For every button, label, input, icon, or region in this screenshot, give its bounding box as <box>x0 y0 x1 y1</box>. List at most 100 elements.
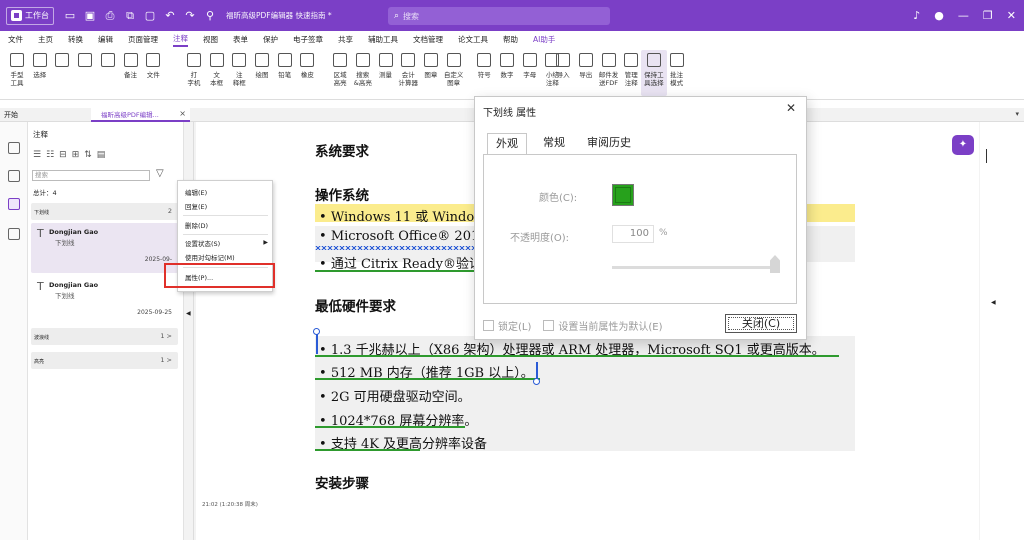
menu-item-3[interactable]: 编辑 <box>98 34 113 45</box>
lock-label: 锁定(L) <box>498 322 532 333</box>
pages-icon[interactable] <box>8 170 20 182</box>
search-placeholder: 搜索 <box>403 11 420 21</box>
menu-item-10[interactable]: 共享 <box>338 34 353 45</box>
tab-review-history[interactable]: 审阅历史 <box>579 133 639 155</box>
tab-start[interactable]: 开始 <box>4 110 18 120</box>
ribbon-tool-icon <box>232 53 247 67</box>
group-underline[interactable]: 下划线 2 <box>31 203 178 220</box>
minimize-icon[interactable]: — <box>958 9 969 22</box>
menu-item-6[interactable]: 视图 <box>203 34 218 45</box>
close-window-icon[interactable]: ✕ <box>1007 9 1016 22</box>
ribbon-button-label: 保持工 具选择 <box>644 71 664 87</box>
ribbon-tool-icon <box>446 53 461 67</box>
sort-icon[interactable]: ⇅ <box>84 150 92 160</box>
export-icon[interactable]: ⊞ <box>72 150 80 160</box>
ribbon-tool-icon <box>578 53 593 67</box>
ribbon-button-6[interactable]: 文件 <box>140 50 166 79</box>
tab-list-icon[interactable]: ▾ <box>1015 110 1019 118</box>
menu-item-1[interactable]: 主页 <box>38 34 53 45</box>
attachment-icon[interactable] <box>8 228 20 240</box>
menu-item-9[interactable]: 电子签章 <box>293 34 323 45</box>
menu-item-0[interactable]: 文件 <box>8 34 23 45</box>
underline-annotation-selected[interactable] <box>315 378 540 380</box>
summary-icon[interactable]: ▤ <box>97 150 106 160</box>
ribbon-button-28[interactable]: 批注 模式 <box>664 50 690 87</box>
ribbon-tool-icon <box>646 53 661 67</box>
menu-item-7[interactable]: 表单 <box>233 34 248 45</box>
copy-icon[interactable]: ⧉ <box>124 9 136 23</box>
opacity-slider[interactable] <box>612 266 774 269</box>
underline-annotation-selected[interactable] <box>315 355 839 357</box>
ctx-delete[interactable]: 删除(D) <box>185 220 208 230</box>
underline-annotation[interactable] <box>315 426 465 428</box>
properties-highlight-box <box>164 263 275 288</box>
notification-bell-icon[interactable]: ♪ <box>913 9 920 22</box>
opacity-input[interactable]: 100 <box>612 225 654 243</box>
panel-search-input[interactable]: 搜索 <box>32 170 150 181</box>
redo-icon[interactable]: ↷ <box>184 9 196 22</box>
print-icon[interactable]: ⎙ <box>104 9 116 23</box>
menu-item-15[interactable]: AI助手 <box>533 34 555 45</box>
new-page-icon[interactable]: ▢ <box>144 9 156 22</box>
open-folder-icon[interactable]: ▭ <box>64 9 76 22</box>
ctx-edit[interactable]: 编辑(E) <box>185 187 207 197</box>
group-name: 波浪线 <box>34 335 50 341</box>
tab-general[interactable]: 常规 <box>535 133 573 155</box>
right-side-panel <box>980 122 1024 540</box>
ribbon-button-18[interactable]: 自定义 图章 <box>441 50 467 87</box>
ctx-set-status[interactable]: 设置状态(S) <box>185 238 220 248</box>
underline-annotation[interactable] <box>315 449 420 451</box>
workbench-button[interactable]: 工作台 <box>6 6 54 25</box>
underline-annotation[interactable] <box>315 270 475 272</box>
menu-item-8[interactable]: 保护 <box>263 34 278 45</box>
global-search-box[interactable]: ⌕ 搜索 <box>388 7 610 25</box>
account-icon[interactable]: ● <box>934 9 944 22</box>
expand-all-icon[interactable]: ☰ <box>33 150 41 160</box>
ribbon-tool-icon <box>277 53 292 67</box>
ribbon-button-label: 备注 <box>124 71 137 79</box>
customize-icon[interactable]: ⚲ <box>204 9 216 22</box>
comments-icon[interactable] <box>8 198 20 210</box>
import-icon[interactable]: ⊟ <box>59 150 67 160</box>
menu-item-5[interactable]: 注释 <box>173 33 188 47</box>
menu-item-4[interactable]: 页面管理 <box>128 34 158 45</box>
comment-card[interactable]: T Dongjian Gao 下划线 2025-09-25 <box>31 276 178 326</box>
squiggly-annotation[interactable] <box>315 246 475 250</box>
set-default-checkbox[interactable] <box>543 320 555 331</box>
lock-checkbox[interactable] <box>483 320 494 331</box>
collapse-all-icon[interactable]: ☷ <box>46 150 54 160</box>
navigation-sidebar <box>0 122 28 540</box>
ribbon-tool-icon <box>624 53 639 67</box>
comment-card[interactable]: T Dongjian Gao 下划线 2025-09- <box>31 223 178 273</box>
ribbon-button-12[interactable]: 橡皮 <box>294 50 320 79</box>
menu-item-14[interactable]: 帮助 <box>503 34 518 45</box>
menu-item-13[interactable]: 论文工具 <box>458 34 488 45</box>
tab-document[interactable]: 福昕高级PDF编辑... × <box>91 108 190 122</box>
ai-lightbulb-icon[interactable]: ✦ <box>952 135 974 155</box>
ribbon-button-label: 选择 <box>33 71 47 79</box>
filter-icon[interactable]: ▽ <box>156 168 164 179</box>
bookmark-icon[interactable] <box>8 142 20 154</box>
menu-item-11[interactable]: 辅助工具 <box>368 34 398 45</box>
ribbon-tool-icon <box>186 53 201 67</box>
ctx-reply[interactable]: 回复(E) <box>185 201 207 211</box>
menu-item-12[interactable]: 文档管理 <box>413 34 443 45</box>
ctx-separator <box>183 234 268 235</box>
restore-icon[interactable]: ❐ <box>983 9 993 22</box>
page-footer-meta: 21:02 (1:20:38 周末) <box>202 502 258 508</box>
ctx-checkmark[interactable]: 使用对勾标记(M) <box>185 252 235 262</box>
tab-appearance[interactable]: 外观 <box>487 133 527 155</box>
save-icon[interactable]: ▣ <box>84 9 96 22</box>
menu-item-2[interactable]: 转换 <box>68 34 83 45</box>
group-highlight[interactable]: 高亮 1 > <box>31 352 178 369</box>
close-button[interactable]: 关闭(C) <box>725 314 797 333</box>
selection-end-handle[interactable] <box>533 378 540 385</box>
group-squiggly[interactable]: 波浪线 1 > <box>31 328 178 345</box>
undo-icon[interactable]: ↶ <box>164 9 176 22</box>
close-tab-icon[interactable]: × <box>179 109 186 118</box>
right-panel-expand-icon[interactable]: ◀ <box>991 299 996 306</box>
color-picker[interactable] <box>612 184 634 206</box>
close-icon[interactable]: ✕ <box>786 101 796 115</box>
panel-search-placeholder: 搜索 <box>35 171 48 179</box>
opacity-slider-thumb[interactable] <box>770 255 780 273</box>
